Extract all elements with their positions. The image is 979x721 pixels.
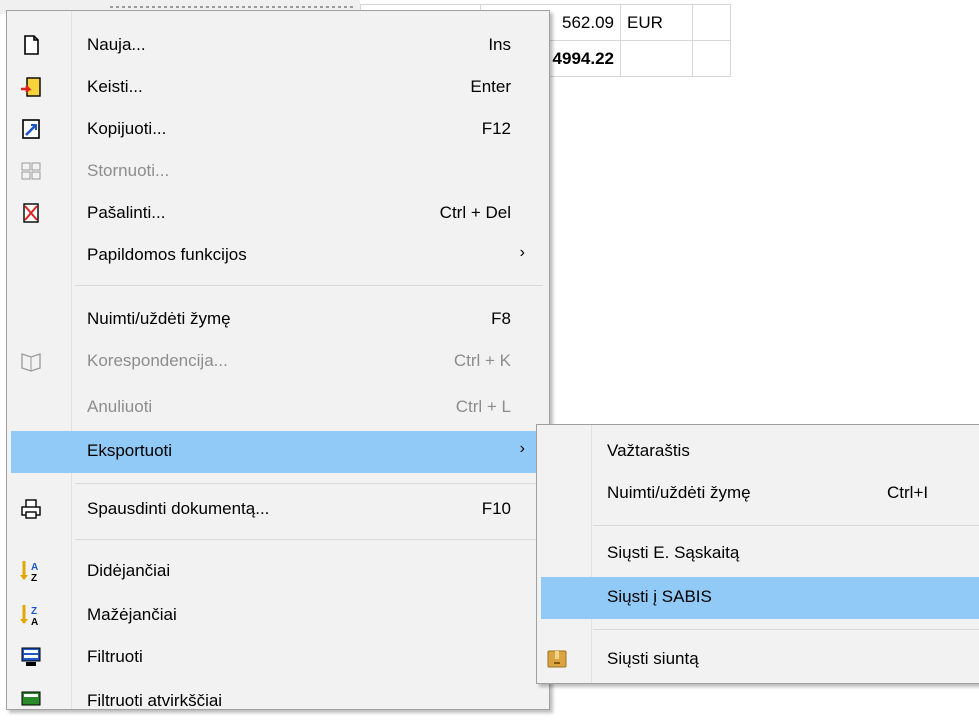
menu-item-label: Siųsti E. Sąskaitą xyxy=(607,543,740,562)
correspondence-icon xyxy=(19,349,43,373)
menu-item-filter[interactable]: Filtruoti xyxy=(11,637,543,677)
menu-item-label: Filtruoti xyxy=(87,647,143,666)
menu-item-shortcut: F12 xyxy=(481,119,511,138)
menu-item-label: Didėjančiai xyxy=(87,561,171,580)
copy-document-icon xyxy=(19,117,43,141)
menu-item-label: Anuliuoti xyxy=(87,397,153,416)
menu-item-correspondence[interactable]: Korespondencija... Ctrl + K xyxy=(11,341,543,381)
menu-item-label: Nuimti/uždėti žymę xyxy=(607,483,751,502)
menu-item-print-document[interactable]: Spausdinti dokumentą... F10 xyxy=(11,489,543,529)
grid-cell-currency xyxy=(620,40,693,77)
grid-cell-extra xyxy=(692,4,731,41)
sort-descending-icon: ZA xyxy=(19,603,43,628)
printer-icon xyxy=(19,497,43,521)
sort-ascending-icon: AZ xyxy=(19,559,43,584)
submenu-item-send-einvoice[interactable]: Siųsti E. Sąskaitą xyxy=(541,533,979,573)
menu-item-shortcut: Ctrl + K xyxy=(453,351,511,370)
menu-item-label: Filtruoti atvirkščiai xyxy=(87,691,223,710)
menu-item-shortcut: Ins xyxy=(488,35,511,54)
svg-text:Z: Z xyxy=(31,606,37,617)
package-icon xyxy=(545,647,569,671)
delete-icon xyxy=(19,201,43,225)
new-document-icon xyxy=(19,33,43,57)
svg-text:A: A xyxy=(31,562,38,573)
menu-item-shortcut: F10 xyxy=(481,499,511,518)
svg-text:Z: Z xyxy=(31,573,37,583)
edit-document-icon xyxy=(19,75,43,99)
menu-item-delete[interactable]: Pašalinti... Ctrl + Del xyxy=(11,193,543,233)
menu-item-label: Eksportuoti xyxy=(87,441,173,460)
menu-separator xyxy=(593,629,979,630)
menu-item-label: Siųsti į SABIS xyxy=(607,587,712,606)
menu-item-shortcut: F8 xyxy=(491,309,511,328)
menu-item-label: Spausdinti dokumentą... xyxy=(87,499,270,518)
context-menu: Nauja... Ins Keisti... Enter Kopijuoti..… xyxy=(6,10,550,710)
menu-separator xyxy=(75,483,543,484)
grid-header-dashes xyxy=(110,6,355,8)
menu-item-label: Keisti... xyxy=(87,77,143,96)
menu-item-label: Kopijuoti... xyxy=(87,119,167,138)
menu-item-storno[interactable]: Stornuoti... xyxy=(11,151,543,191)
menu-item-label: Korespondencija... xyxy=(87,351,228,370)
menu-item-label: Nuimti/uždėti žymę xyxy=(87,309,231,328)
menu-item-shortcut: Enter xyxy=(470,77,511,96)
grid-cell-currency: EUR xyxy=(620,4,693,41)
menu-item-edit[interactable]: Keisti... Enter xyxy=(11,67,543,107)
menu-separator xyxy=(593,525,979,526)
filter-inverse-icon xyxy=(19,689,43,713)
menu-item-label: Siųsti siuntą xyxy=(607,649,699,668)
export-submenu: Važtaraštis Nuimti/uždėti žymę Ctrl+I Si… xyxy=(536,424,979,684)
menu-item-label: Nauja... xyxy=(87,35,146,54)
menu-item-sort-ascending[interactable]: AZ Didėjančiai xyxy=(11,551,543,591)
menu-item-label: Pašalinti... xyxy=(87,203,166,222)
grid-cell-extra xyxy=(692,40,731,77)
submenu-arrow-icon: › xyxy=(519,440,525,457)
svg-text:A: A xyxy=(31,617,38,627)
menu-item-label: Važtaraštis xyxy=(607,441,690,460)
menu-separator xyxy=(75,285,543,286)
submenu-item-send-package[interactable]: Siųsti siuntą xyxy=(541,639,979,679)
menu-item-toggle-mark[interactable]: Nuimti/uždėti žymę F8 xyxy=(11,299,543,339)
menu-item-copy[interactable]: Kopijuoti... F12 xyxy=(11,109,543,149)
menu-item-annul[interactable]: Anuliuoti Ctrl + L xyxy=(11,387,543,427)
submenu-arrow-icon: › xyxy=(519,244,525,261)
menu-item-shortcut: Ctrl + L xyxy=(455,397,511,416)
menu-item-sort-descending[interactable]: ZA Mažėjančiai xyxy=(11,595,543,635)
submenu-item-waybill[interactable]: Važtaraštis xyxy=(541,431,979,471)
menu-item-additional-functions[interactable]: Papildomos funkcijos › xyxy=(11,235,543,275)
storno-icon xyxy=(19,159,43,183)
menu-item-export[interactable]: Eksportuoti › xyxy=(11,431,543,473)
filter-icon xyxy=(19,645,43,669)
menu-item-new[interactable]: Nauja... Ins xyxy=(11,25,543,65)
menu-item-filter-inverse[interactable]: Filtruoti atvirkščiai xyxy=(11,681,543,721)
menu-item-shortcut: Ctrl+I xyxy=(887,483,929,502)
menu-item-label: Stornuoti... xyxy=(87,161,170,180)
submenu-item-toggle-mark[interactable]: Nuimti/uždėti žymę Ctrl+I xyxy=(541,473,979,513)
menu-item-label: Papildomos funkcijos xyxy=(87,245,247,264)
submenu-item-send-sabis[interactable]: Siųsti į SABIS xyxy=(541,577,979,619)
menu-item-label: Mažėjančiai xyxy=(87,605,177,624)
menu-separator xyxy=(75,539,543,540)
menu-item-shortcut: Ctrl + Del xyxy=(439,203,511,222)
